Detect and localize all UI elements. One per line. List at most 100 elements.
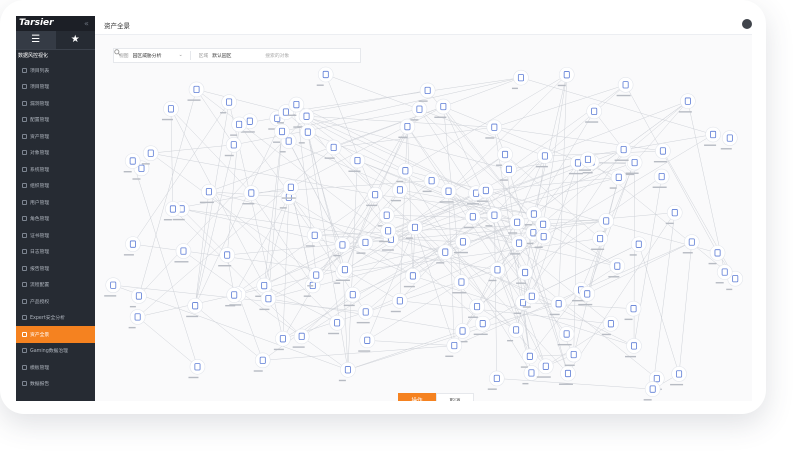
asset-node[interactable] (224, 137, 242, 157)
asset-node[interactable] (225, 287, 243, 307)
asset-node-circle[interactable] (288, 96, 305, 113)
asset-node-circle[interactable] (129, 309, 146, 325)
asset-node[interactable] (452, 274, 470, 294)
asset-node-circle[interactable] (474, 315, 491, 332)
asset-node-circle[interactable] (537, 358, 554, 375)
asset-node-circle[interactable] (188, 81, 205, 98)
asset-node-circle[interactable] (231, 116, 247, 133)
asset-node-circle[interactable] (189, 358, 206, 375)
asset-node-circle[interactable] (603, 315, 619, 332)
asset-node-circle[interactable] (558, 326, 575, 342)
asset-node-circle[interactable] (243, 185, 260, 201)
cancel-button[interactable]: 取消 (436, 393, 474, 401)
asset-node[interactable] (678, 93, 696, 113)
asset-node[interactable] (445, 337, 463, 357)
asset-node-circle[interactable] (165, 201, 181, 217)
asset-node-circle[interactable] (580, 151, 596, 168)
asset-node-circle[interactable] (392, 182, 408, 198)
asset-node[interactable] (242, 185, 260, 205)
asset-node-circle[interactable] (497, 146, 513, 163)
scope-select[interactable]: 园区威胁分析 (133, 52, 179, 59)
asset-node-circle[interactable] (142, 145, 159, 161)
asset-node-circle[interactable] (565, 346, 582, 363)
asset-node[interactable] (123, 236, 141, 256)
asset-node[interactable] (187, 81, 205, 101)
asset-node-circle[interactable] (419, 82, 436, 99)
asset-node-circle[interactable] (537, 148, 553, 164)
asset-node-circle[interactable] (592, 230, 608, 247)
asset-node-circle[interactable] (325, 139, 342, 156)
asset-node[interactable] (259, 290, 277, 311)
asset-node-circle[interactable] (131, 288, 147, 304)
asset-node[interactable] (396, 162, 414, 183)
sidebar-item[interactable]: 系统管理 (16, 161, 95, 178)
asset-node-circle[interactable] (501, 161, 517, 178)
asset-node-circle[interactable] (721, 130, 738, 146)
asset-node-circle[interactable] (405, 268, 421, 284)
asset-node-circle[interactable] (399, 118, 416, 135)
tab-favorites[interactable]: ★ (56, 31, 96, 49)
asset-node-circle[interactable] (523, 288, 540, 305)
asset-node-circle[interactable] (478, 182, 494, 199)
sidebar-item[interactable]: Gaming数据治理 (16, 343, 95, 360)
asset-node[interactable] (104, 277, 122, 297)
asset-node-circle[interactable] (274, 123, 290, 140)
sidebar-item[interactable]: 流程配置 (16, 277, 95, 294)
asset-node-circle[interactable] (349, 152, 366, 169)
asset-node-circle[interactable] (683, 234, 700, 250)
search-box[interactable]: 搜索的对象 (114, 49, 289, 59)
asset-node[interactable] (591, 230, 608, 250)
asset-node-circle[interactable] (598, 213, 615, 229)
asset-node[interactable] (665, 204, 683, 225)
asset-node-circle[interactable] (221, 94, 237, 110)
asset-node-circle[interactable] (397, 162, 414, 179)
sidebar-item[interactable]: 资产管理 (16, 128, 95, 145)
asset-node-circle[interactable] (680, 93, 696, 109)
asset-node[interactable] (520, 348, 538, 368)
asset-node[interactable] (273, 330, 291, 351)
sidebar-item[interactable]: 用户管理 (16, 194, 95, 211)
asset-node-circle[interactable] (455, 234, 471, 250)
asset-node-circle[interactable] (329, 315, 345, 331)
sidebar-item[interactable]: 报告管理 (16, 260, 95, 277)
asset-node-circle[interactable] (705, 126, 721, 143)
area-select[interactable]: 默认园区 (212, 52, 258, 59)
asset-node-circle[interactable] (226, 287, 243, 303)
asset-node[interactable] (609, 169, 627, 189)
asset-node-circle[interactable] (437, 244, 454, 260)
asset-node-circle[interactable] (187, 297, 203, 314)
asset-node[interactable] (616, 77, 634, 97)
asset-node-circle[interactable] (380, 223, 396, 239)
asset-node-circle[interactable] (317, 66, 334, 83)
asset-node-circle[interactable] (306, 227, 323, 244)
asset-node[interactable] (129, 288, 147, 308)
sidebar-item[interactable]: 项目列表 (16, 62, 95, 79)
asset-node-circle[interactable] (337, 261, 353, 278)
asset-node-circle[interactable] (105, 277, 122, 293)
asset-node[interactable] (468, 298, 485, 318)
asset-node-circle[interactable] (334, 237, 351, 253)
asset-node[interactable] (220, 94, 237, 114)
asset-node-circle[interactable] (446, 337, 463, 354)
asset-node[interactable] (670, 366, 687, 386)
asset-node-circle[interactable] (378, 207, 395, 223)
asset-node[interactable] (366, 186, 383, 207)
search-input[interactable]: 搜索的对象 (265, 52, 289, 59)
asset-node-circle[interactable] (298, 108, 315, 125)
asset-node-circle[interactable] (653, 168, 670, 185)
asset-node[interactable] (487, 370, 505, 390)
asset-node-circle[interactable] (423, 172, 440, 189)
asset-node[interactable] (356, 304, 374, 324)
asset-node-circle[interactable] (558, 66, 575, 83)
asset-node-circle[interactable] (625, 300, 642, 317)
sidebar-item[interactable]: 数据报告 (16, 376, 95, 393)
asset-node[interactable] (324, 139, 342, 159)
sidebar-item[interactable]: 组织管理 (16, 178, 95, 195)
asset-node-circle[interactable] (586, 103, 602, 120)
asset-node-circle[interactable] (435, 98, 452, 115)
asset-node-circle[interactable] (254, 352, 271, 369)
asset-node-circle[interactable] (283, 179, 299, 196)
asset-node-circle[interactable] (163, 101, 179, 117)
asset-node[interactable] (522, 365, 540, 385)
asset-node-circle[interactable] (201, 183, 217, 200)
